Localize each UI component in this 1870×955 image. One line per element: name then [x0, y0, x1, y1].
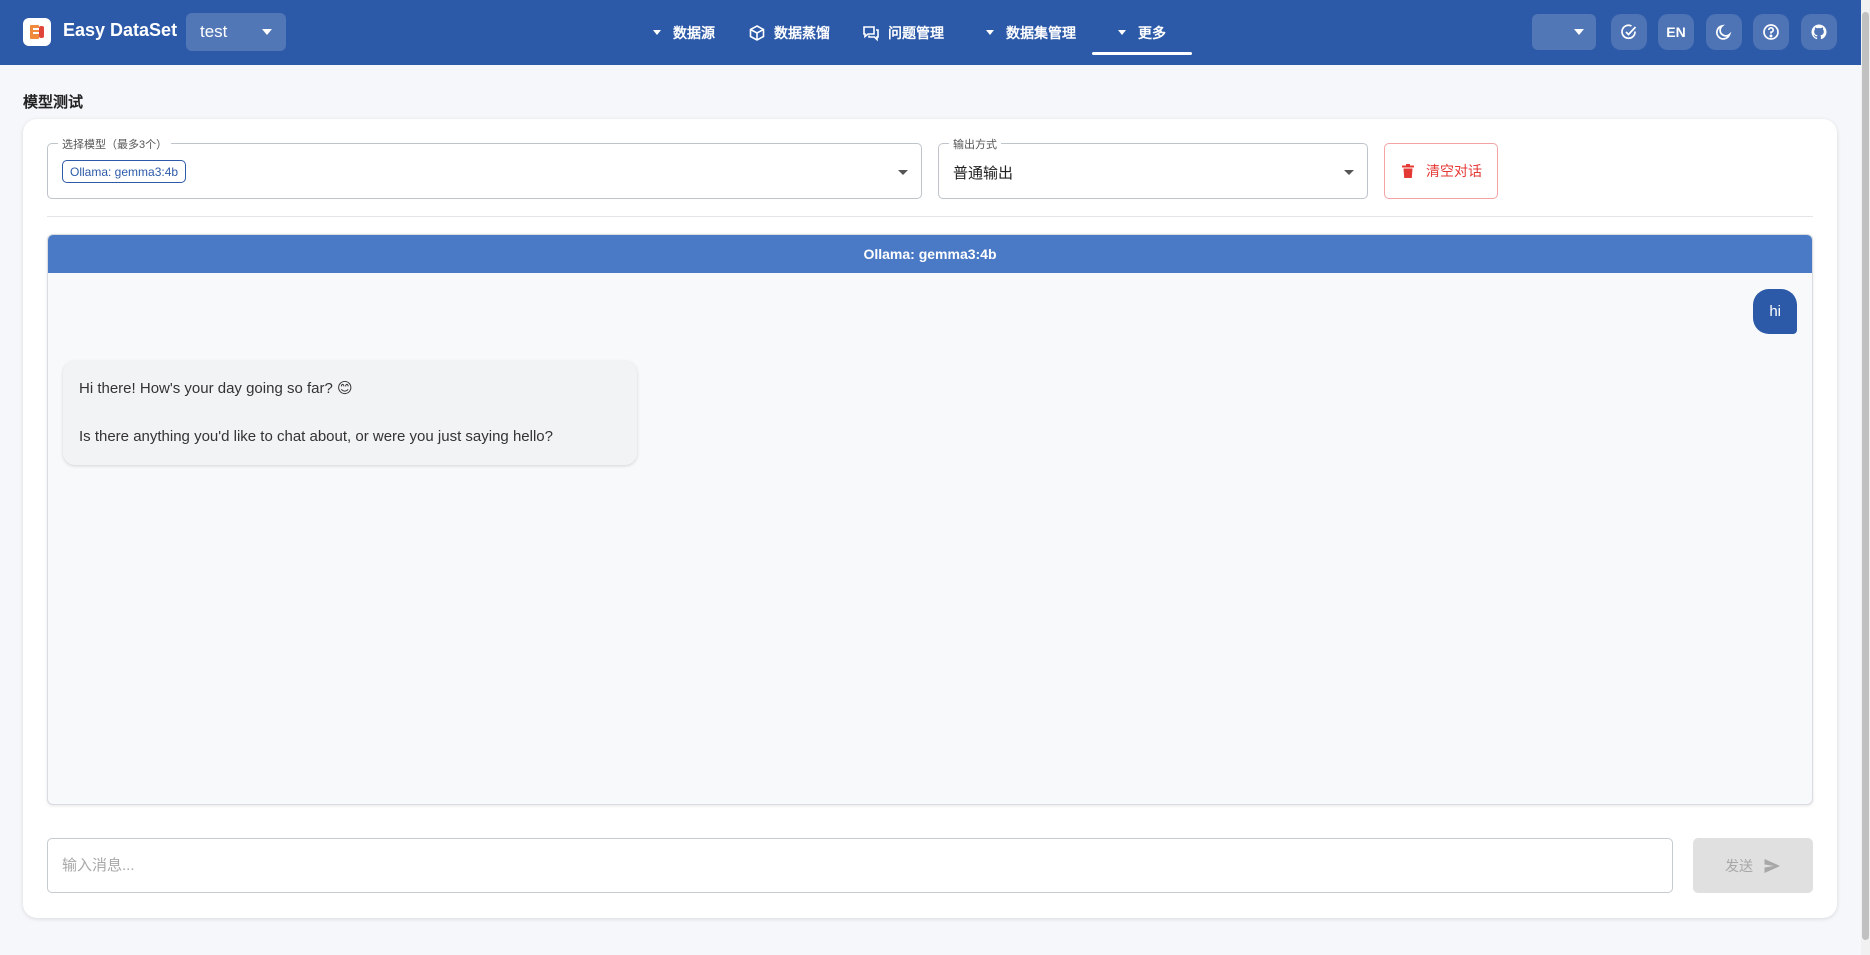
- page-scrollbar[interactable]: [1861, 0, 1870, 955]
- chat-panel[interactable]: Ollama: gemma3:4b hi Hi there! How's you…: [47, 234, 1813, 805]
- chat-panel-header: Ollama: gemma3:4b: [48, 235, 1812, 273]
- scrollbar-thumb[interactable]: [1862, 12, 1869, 940]
- user-message-bubble: hi: [1753, 289, 1797, 334]
- language-toggle-button[interactable]: EN: [1658, 14, 1694, 50]
- trash-icon: [1402, 164, 1414, 178]
- send-button[interactable]: 发送: [1693, 838, 1813, 893]
- message-input[interactable]: [47, 838, 1673, 893]
- send-label: 发送: [1725, 857, 1753, 874]
- chat-bubbles-icon: [862, 24, 880, 42]
- assistant-message-bubble: Hi there! How's your day going so far? 😊…: [63, 361, 637, 465]
- chevron-down-icon: [653, 30, 661, 35]
- chevron-down-icon: [1118, 30, 1126, 35]
- model-select-legend: 选择模型（最多3个）: [58, 136, 172, 152]
- chevron-down-icon: [1344, 170, 1354, 175]
- project-name: test: [200, 22, 228, 41]
- top-app-bar: Easy DataSet test 数据源 数据蒸馏 问题管理 数据集管理 更多…: [0, 0, 1861, 65]
- task-check-button[interactable]: [1611, 14, 1647, 50]
- check-circle-icon: [1621, 24, 1637, 40]
- nav-label: 数据集管理: [1006, 24, 1076, 41]
- model-picker-dropdown[interactable]: [1532, 14, 1596, 50]
- github-button[interactable]: [1801, 14, 1837, 50]
- clear-chat-button[interactable]: 清空对话: [1384, 143, 1498, 199]
- divider: [47, 216, 1813, 217]
- nav-label: 更多: [1138, 24, 1166, 41]
- help-button[interactable]: [1753, 14, 1789, 50]
- nav-label: 数据源: [673, 24, 715, 41]
- assistant-message-line: Hi there! How's your day going so far? 😊: [79, 380, 353, 397]
- nav-more[interactable]: 更多: [1092, 0, 1192, 65]
- nav-label: 数据蒸馏: [774, 24, 830, 41]
- cube-icon: [748, 24, 766, 42]
- output-mode-legend: 输出方式: [949, 136, 1001, 152]
- moon-icon: [1716, 24, 1732, 40]
- nav-dataset-manage[interactable]: 数据集管理: [986, 0, 1076, 65]
- help-circle-icon: [1763, 24, 1779, 40]
- nav-data-source[interactable]: 数据源: [653, 0, 715, 65]
- chevron-down-icon: [898, 170, 908, 175]
- output-mode-value: 普通输出: [953, 165, 1014, 182]
- nav-label: 问题管理: [888, 24, 944, 41]
- app-title[interactable]: Easy DataSet: [63, 20, 177, 41]
- clear-chat-label: 清空对话: [1426, 163, 1482, 179]
- chevron-down-icon: [986, 30, 994, 35]
- github-icon: [1811, 24, 1827, 40]
- chevron-down-icon: [262, 29, 272, 35]
- model-select-field[interactable]: 选择模型（最多3个） Ollama: gemma3:4b: [47, 136, 922, 199]
- theme-toggle-button[interactable]: [1706, 14, 1742, 50]
- page-title: 模型测试: [23, 94, 84, 111]
- nav-question-manage[interactable]: 问题管理: [862, 0, 944, 65]
- model-chip[interactable]: Ollama: gemma3:4b: [62, 160, 187, 183]
- nav-data-distill[interactable]: 数据蒸馏: [748, 0, 830, 65]
- chevron-down-icon: [1574, 29, 1584, 35]
- send-icon: [1764, 858, 1780, 873]
- assistant-message-line: Is there anything you'd like to chat abo…: [79, 428, 553, 445]
- output-mode-select[interactable]: 输出方式 普通输出: [938, 136, 1368, 199]
- app-logo-icon[interactable]: [23, 18, 51, 46]
- project-select[interactable]: test: [186, 13, 286, 51]
